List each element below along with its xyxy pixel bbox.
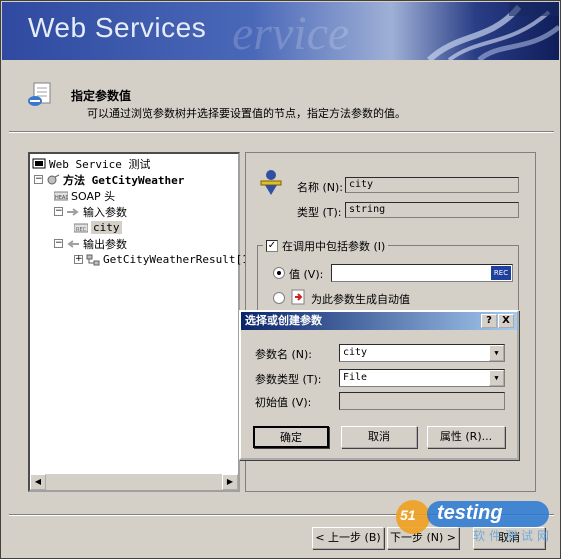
param-name-value: city [343, 347, 368, 358]
page-description: 可以通过浏览参数树并选择要设置值的节点，指定方法参数的值。 [87, 107, 406, 120]
collapse-icon[interactable]: − [34, 175, 43, 184]
param-name-combobox[interactable]: city ▼ [339, 344, 505, 362]
chevron-down-icon[interactable]: ▼ [489, 370, 504, 386]
close-button[interactable]: X [498, 314, 514, 328]
watermark-chinese: 软件测试网 [473, 529, 554, 543]
tree-item-method[interactable]: − 方法 GetCityWeather [34, 172, 184, 187]
parameter-person-icon [260, 170, 282, 195]
include-parameter-label: 在调用中包括参数 (I) [282, 240, 386, 253]
auto-value-radio[interactable] [273, 292, 285, 304]
param-name-label: 参数名 (N): [255, 348, 313, 361]
page-title: 指定参数值 [71, 89, 132, 103]
dialog-title-bar: 选择或创建参数 ? X [241, 312, 517, 330]
watermark-logo: 51 testing 软件测试网 [393, 497, 561, 547]
parameter-tree[interactable]: Web Service 测试 − 方法 GetCityWeather HEAD … [28, 152, 249, 492]
expand-icon[interactable]: + [74, 255, 83, 264]
value-label: 值 (V): [289, 268, 324, 281]
scroll-left-icon[interactable]: ◀ [30, 474, 46, 490]
banner: ervice Web Services [2, 2, 559, 60]
banner-title: Web Services [28, 12, 207, 43]
banner-ghost-text: ervice [232, 7, 350, 60]
tree-output-params-label: 输出参数 [83, 237, 127, 251]
tree-root[interactable]: Web Service 测试 [32, 156, 150, 171]
watermark-text: testing [437, 502, 503, 524]
type-label: 类型 (T): [297, 206, 342, 219]
tree-item-soap-header[interactable]: HEAD SOAP 头 [53, 188, 116, 203]
auto-value-label: 为此参数生成自动值 [311, 293, 410, 306]
initial-value-label: 初始值 (V): [255, 396, 312, 409]
select-parameter-dialog: 选择或创建参数 ? X 参数名 (N): city ▼ 参数类型 (T): Fi… [239, 310, 519, 460]
web-service-icon [32, 158, 46, 170]
collapse-icon[interactable]: − [54, 207, 63, 216]
tree-item-city[interactable]: REC city [73, 220, 122, 235]
collapse-icon[interactable]: − [54, 239, 63, 248]
tree-input-params-label: 输入参数 [83, 205, 127, 219]
watermark-number: 51 [400, 507, 416, 523]
type-field: string [345, 202, 519, 218]
tree-soap-header-label: SOAP 头 [71, 189, 116, 203]
svg-text:REC: REC [76, 227, 87, 233]
wizard-window: ervice Web Services 指定参数值 可以通过浏览参数树并选择要设… [0, 0, 561, 559]
method-icon [46, 174, 60, 186]
auto-value-icon [291, 289, 305, 305]
initial-value-input [339, 392, 505, 410]
value-input[interactable]: REC [331, 264, 513, 282]
tree-item-result[interactable]: + GetCityWeatherResult[1 [74, 252, 249, 267]
name-label: 名称 (N): [297, 181, 344, 194]
include-parameter-row[interactable]: ✓ 在调用中包括参数 (I) [263, 238, 389, 254]
help-button[interactable]: ? [481, 314, 497, 328]
svg-text:HEAD: HEAD [55, 195, 68, 201]
properties-button[interactable]: 属性 (R)... [427, 426, 505, 448]
tree-result-label: GetCityWeatherResult[1 [103, 253, 249, 266]
output-arrow-icon [66, 238, 80, 250]
tree-item-input-params[interactable]: − 输入参数 [54, 204, 127, 219]
wizard-parameter-icon [28, 82, 51, 106]
name-field: city [345, 177, 519, 193]
chevron-down-icon[interactable]: ▼ [489, 345, 504, 361]
param-type-value: File [343, 372, 368, 383]
tree-city-label: city [91, 221, 122, 234]
dialog-cancel-button[interactable]: 取消 [341, 426, 417, 448]
param-type-combobox[interactable]: File ▼ [339, 369, 505, 387]
tree-item-output-params[interactable]: − 输出参数 [54, 236, 127, 251]
tree-method-label: 方法 GetCityWeather [63, 173, 185, 187]
tree-root-label: Web Service 测试 [49, 157, 151, 171]
input-arrow-icon [66, 206, 80, 218]
header-divider [9, 131, 554, 133]
scroll-right-icon[interactable]: ▶ [222, 474, 238, 490]
complex-type-icon [86, 254, 100, 266]
dialog-title: 选择或创建参数 [245, 314, 322, 327]
tree-horizontal-scrollbar[interactable]: ◀ ▶ [30, 474, 238, 490]
cable-graphic-icon [426, 2, 559, 60]
rec-icon: REC [73, 222, 89, 234]
value-radio[interactable] [273, 267, 285, 279]
rec-button[interactable]: REC [491, 266, 511, 280]
back-button[interactable]: < 上一步 (B) [312, 527, 384, 549]
include-parameter-checkbox[interactable]: ✓ [266, 240, 278, 252]
ok-button[interactable]: 确定 [253, 426, 329, 448]
head-icon: HEAD [53, 190, 69, 202]
param-type-label: 参数类型 (T): [255, 373, 322, 386]
